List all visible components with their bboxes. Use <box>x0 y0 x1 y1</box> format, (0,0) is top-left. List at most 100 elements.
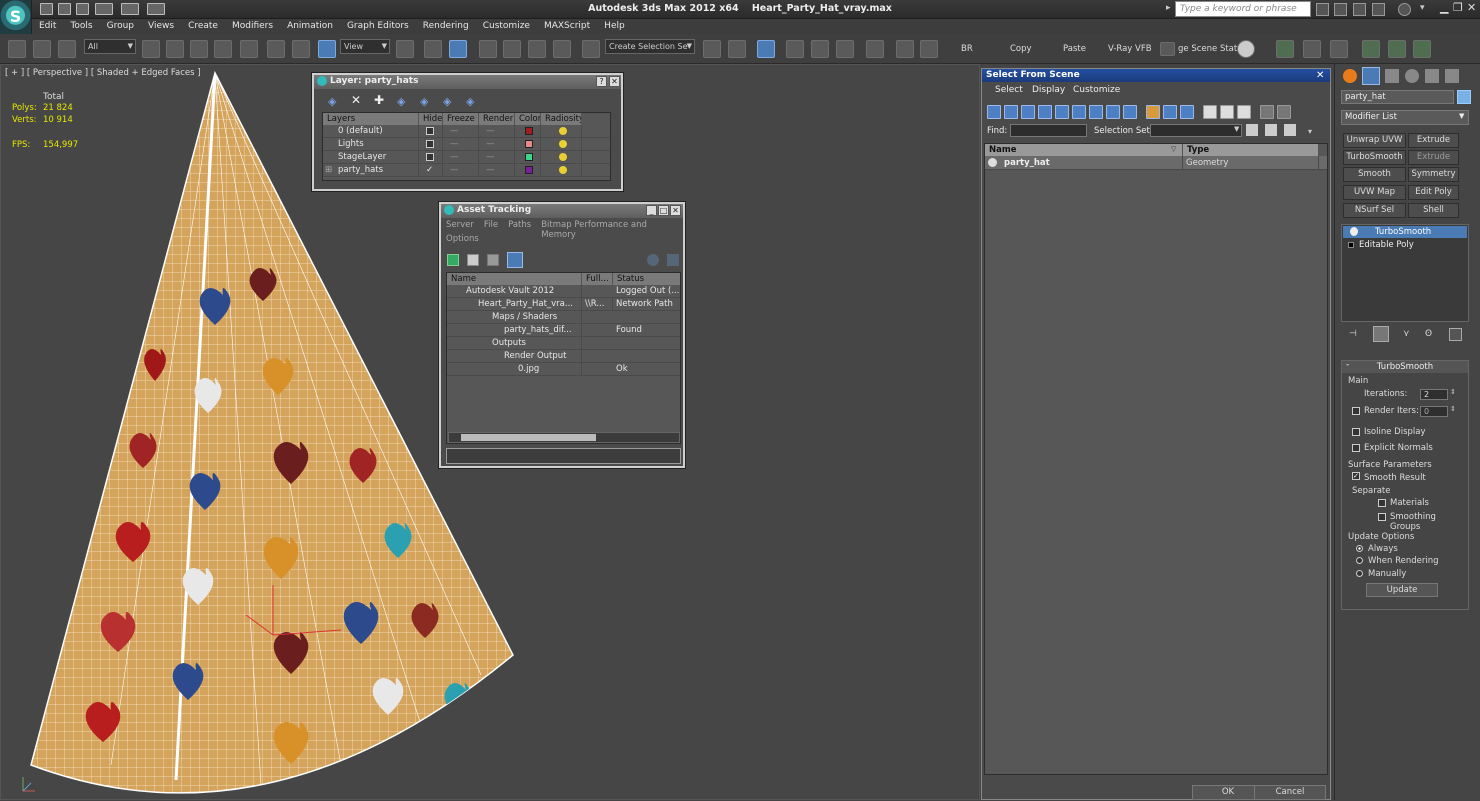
custom-tool-6-icon[interactable] <box>1413 40 1431 58</box>
help-dropdown-icon[interactable]: ▾ <box>1420 3 1425 13</box>
lightbulb-icon[interactable] <box>1350 227 1358 236</box>
smoothing-groups-checkbox[interactable] <box>1378 513 1386 521</box>
delete-layer-icon[interactable]: ✕ <box>351 93 361 107</box>
chevron-down-icon[interactable]: ▼ <box>1234 125 1239 133</box>
update-button[interactable]: Update <box>1366 583 1438 597</box>
menu-customize[interactable]: Customize <box>476 19 537 34</box>
br-button[interactable]: BR <box>961 44 973 54</box>
freeze-all-icon[interactable]: ◈ <box>466 95 474 108</box>
table-row[interactable]: Maps / Shaders <box>447 311 680 324</box>
menu-file[interactable]: File <box>484 220 498 240</box>
paste-button[interactable]: Paste <box>1063 44 1086 54</box>
pin-stack-icon[interactable]: ⊣ <box>1349 329 1357 339</box>
asset-tracking-window[interactable]: Asset Tracking _ □ ✕ Server File Paths B… <box>439 202 685 468</box>
close-icon[interactable]: ✕ <box>1316 70 1324 81</box>
pivot-center-icon[interactable] <box>396 40 414 58</box>
column-name[interactable]: Name <box>985 144 1183 156</box>
extrude-button-2[interactable]: Extrude <box>1408 150 1459 165</box>
rotate-icon[interactable] <box>292 40 310 58</box>
freeze-toggle[interactable]: — <box>447 138 479 151</box>
menu-graph-editors[interactable]: Graph Editors <box>340 19 416 34</box>
display-geometry-icon[interactable] <box>987 105 1001 119</box>
unwrap-uvw-button[interactable]: Unwrap UVW <box>1343 133 1406 148</box>
move-icon[interactable] <box>267 40 285 58</box>
keyboard-shortcut-toggle-icon[interactable] <box>449 40 467 58</box>
menu-bitmap-performance[interactable]: Bitmap Performance and Memory <box>541 220 683 240</box>
layer-row[interactable]: StageLayer — — <box>323 151 610 164</box>
layer-window[interactable]: Layer: party_hats ? ✕ ◈ ✕ ✚ ◈ ◈ ◈ ◈ Laye… <box>312 73 623 191</box>
hide-checkbox[interactable] <box>426 152 434 161</box>
column-name[interactable]: Name <box>447 273 582 285</box>
refresh-icon[interactable] <box>447 254 459 266</box>
edit-poly-button[interactable]: Edit Poly <box>1408 185 1459 200</box>
render-toggle[interactable]: — <box>483 138 515 151</box>
menu-create[interactable]: Create <box>181 19 225 34</box>
filter-options-icon[interactable] <box>1277 105 1291 119</box>
rect-selection-icon[interactable] <box>190 40 208 58</box>
smooth-result-checkbox[interactable]: ✓ <box>1352 472 1360 480</box>
reference-coord-dropdown[interactable]: View <box>340 39 390 54</box>
table-row[interactable]: Autodesk Vault 2012 Logged Out (... <box>447 285 680 298</box>
app-logo-icon[interactable]: S <box>0 0 32 34</box>
layer-window-title[interactable]: Layer: party_hats <box>314 75 621 89</box>
manually-radio[interactable] <box>1356 570 1363 577</box>
table-row[interactable]: party_hat Geometry <box>985 156 1327 170</box>
table-row[interactable]: Heart_Party_Hat_vra... \\R... Network Pa… <box>447 298 680 311</box>
help-icon[interactable] <box>1398 3 1411 16</box>
configure-sets-icon[interactable] <box>1449 328 1462 341</box>
display-tab-icon[interactable] <box>1425 69 1439 83</box>
column-layers[interactable]: Layers <box>323 113 419 125</box>
color-swatch[interactable] <box>525 152 533 161</box>
overflow-chevron-icon[interactable]: ▾ <box>1308 127 1312 136</box>
render-iters-spinner[interactable]: 0 <box>1420 406 1448 417</box>
save-set-icon[interactable] <box>1246 124 1258 136</box>
collapse-icon[interactable]: - <box>1346 360 1349 370</box>
table-row[interactable]: Render Output <box>447 350 680 363</box>
layer-row[interactable]: 0 (default) — — <box>323 125 610 138</box>
find-input[interactable] <box>1010 124 1087 137</box>
custom-tool-1-icon[interactable] <box>1276 40 1294 58</box>
menu-help[interactable]: Help <box>597 19 632 34</box>
display-space-warps-icon[interactable] <box>1072 105 1086 119</box>
cancel-button[interactable]: Cancel <box>1254 785 1326 800</box>
minimize-icon[interactable]: ▁ <box>1440 1 1448 14</box>
layer-row[interactable]: ⊞ party_hats ✓ — — <box>323 164 610 177</box>
spinner-arrows-icon[interactable]: ⇕ <box>1450 388 1456 396</box>
turbosmooth-button[interactable]: TurboSmooth <box>1343 150 1406 165</box>
column-status[interactable]: Status <box>613 273 680 285</box>
menu-group[interactable]: Group <box>100 19 141 34</box>
schematic-view-icon[interactable] <box>836 40 854 58</box>
snaps-toggle-icon[interactable] <box>479 40 497 58</box>
communication-icon[interactable] <box>1353 3 1366 16</box>
display-hidden-icon[interactable] <box>1180 105 1194 119</box>
settings-icon[interactable] <box>667 254 679 266</box>
rendered-frame-icon[interactable] <box>920 40 938 58</box>
explicit-normals-checkbox[interactable] <box>1352 444 1360 452</box>
close-icon[interactable]: ✕ <box>609 76 620 87</box>
color-swatch[interactable] <box>525 126 533 135</box>
table-row[interactable]: party_hats_dif... Found <box>447 324 680 337</box>
render-toggle[interactable]: — <box>483 125 515 138</box>
menu-select[interactable]: Select <box>995 85 1023 95</box>
extrude-button[interactable]: Extrude <box>1408 133 1459 148</box>
help-icon[interactable] <box>647 254 659 266</box>
custom-tool-5-icon[interactable] <box>1388 40 1406 58</box>
redo-icon[interactable] <box>121 3 139 15</box>
chevron-down-icon[interactable]: ▼ <box>1459 112 1464 120</box>
create-tab-icon[interactable] <box>1343 69 1357 83</box>
select-objects-icon[interactable]: ◈ <box>397 95 405 108</box>
remove-modifier-icon[interactable]: ʘ <box>1425 329 1432 339</box>
hide-all-icon[interactable]: ◈ <box>443 95 451 108</box>
manipulate-icon[interactable] <box>424 40 442 58</box>
column-freeze[interactable]: Freeze <box>443 113 479 125</box>
search-expand-icon[interactable]: ▸ <box>1166 3 1171 13</box>
add-to-layer-icon[interactable]: ✚ <box>374 93 384 107</box>
help-icon[interactable]: ? <box>596 76 607 87</box>
display-shapes-icon[interactable] <box>1004 105 1018 119</box>
iterations-spinner[interactable]: 2 <box>1420 389 1448 400</box>
filter-icon[interactable] <box>1260 105 1274 119</box>
restore-icon[interactable]: ❐ <box>1453 1 1463 14</box>
make-unique-icon[interactable]: ⋎ <box>1403 329 1410 339</box>
scene-state-icon[interactable] <box>1160 42 1175 56</box>
scrollbar-thumb[interactable] <box>461 434 596 441</box>
